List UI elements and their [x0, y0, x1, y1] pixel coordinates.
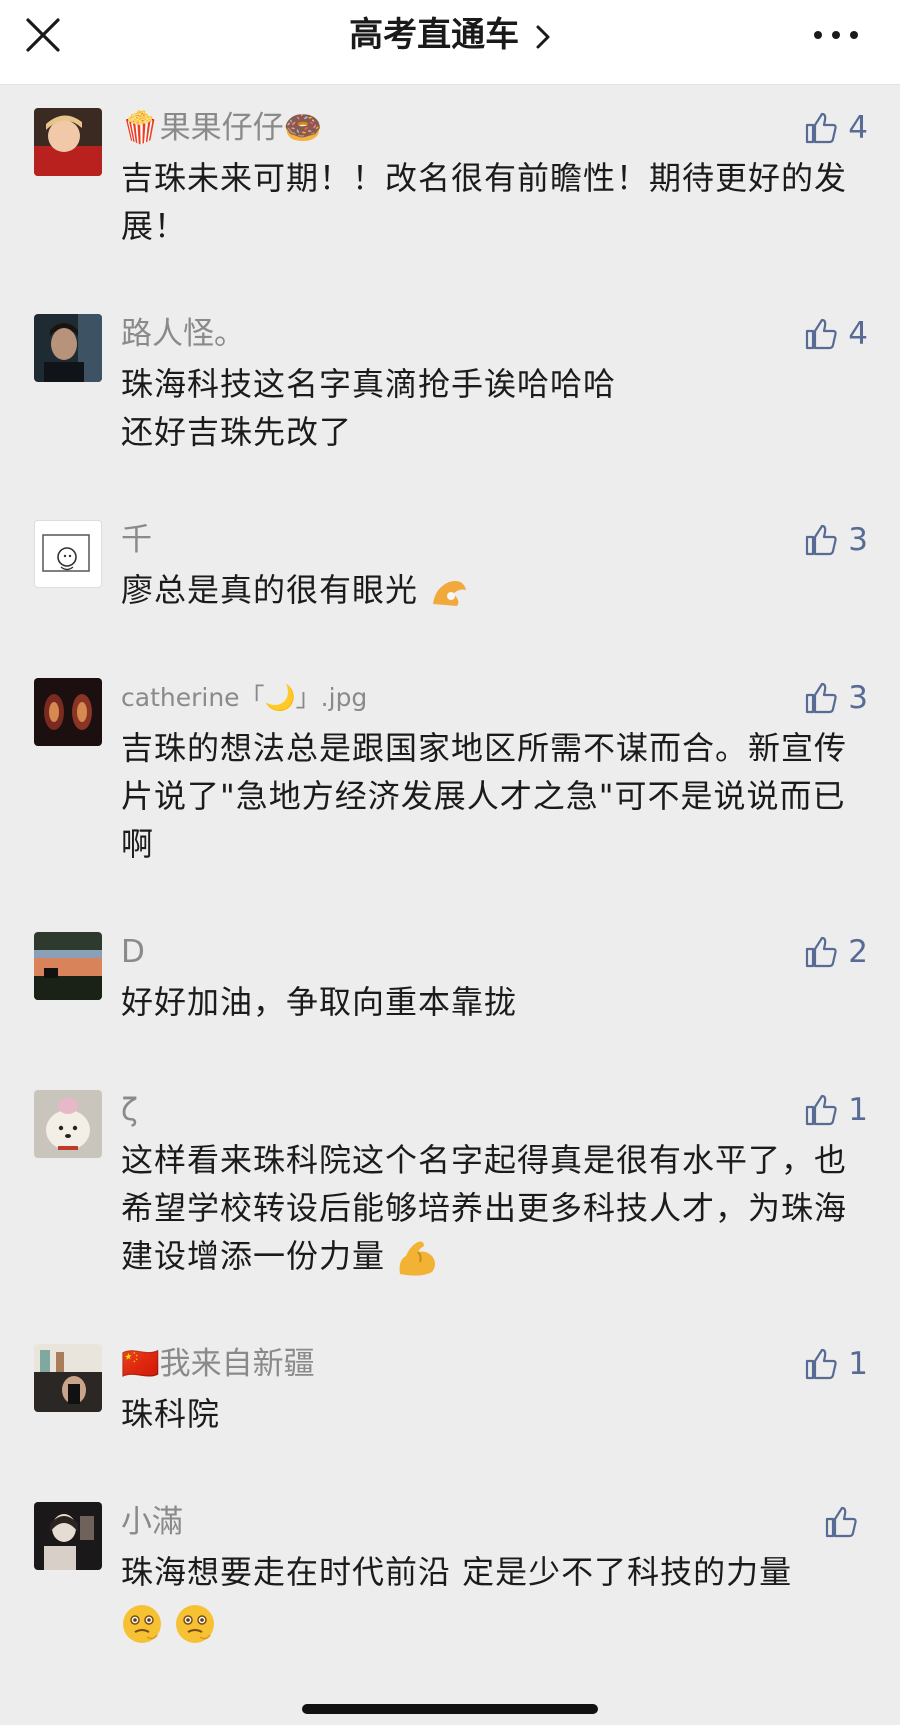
comment-nickname-text: catherine「🌙」.jpg	[121, 683, 368, 712]
chevron-right-icon	[536, 25, 550, 48]
like-button[interactable]	[824, 1502, 868, 1542]
comment-text: 珠科院	[121, 1395, 221, 1433]
avatar-image	[34, 1090, 102, 1158]
comment-nickname[interactable]: 🍿果果仔仔🍩	[121, 108, 322, 148]
thumbs-up-icon	[806, 1094, 837, 1126]
like-count: 3	[848, 522, 868, 558]
comment-nickname[interactable]: 🇨🇳我来自新疆	[121, 1344, 315, 1384]
avatar-image	[34, 314, 102, 382]
comment-text: 好好加油，争取向重本靠拢	[121, 983, 518, 1021]
avatar[interactable]	[34, 314, 102, 382]
comment-text: 廖总是真的很有眼光	[121, 566, 866, 614]
comment-text-line: 还好吉珠先改了	[121, 413, 353, 451]
comment-nickname[interactable]: 千	[121, 520, 152, 560]
comment-nickname[interactable]: ζ	[121, 1090, 138, 1130]
page-title: 高考直通车	[349, 15, 520, 55]
avatar-image	[34, 1502, 102, 1570]
comment-text-line: 珠海科技这名字真滴抢手诶哈哈哈	[121, 365, 617, 403]
comment-text: 珠海想要走在时代前沿 定是少不了科技的力量	[121, 1548, 866, 1646]
thumbs-up-icon	[806, 936, 837, 968]
avatar[interactable]	[34, 108, 102, 176]
top-bar: 高考直通车	[0, 0, 900, 85]
like-button[interactable]: 1	[804, 1090, 868, 1130]
thumbs-up-icon	[806, 524, 837, 556]
avatar-image	[34, 1344, 102, 1412]
avatar[interactable]	[34, 1344, 102, 1412]
like-count: 1	[848, 1346, 868, 1382]
like-count: 4	[848, 316, 868, 352]
comment-emoji-row	[121, 1598, 866, 1646]
avatar[interactable]	[34, 1090, 102, 1158]
flexed-biceps-emoji-icon	[399, 1241, 436, 1276]
avatar[interactable]	[34, 678, 102, 746]
comment-nickname[interactable]: 小滿	[121, 1502, 183, 1542]
avatar[interactable]	[34, 1502, 102, 1570]
more-dot	[832, 31, 840, 39]
thumbs-up-icon	[806, 112, 837, 144]
thumbs-up-icon	[806, 318, 837, 350]
like-count: 1	[848, 1092, 868, 1128]
comment-text: 这样看来珠科院这个名字起得真是很有水平了，也希望学校转设后能够培养出更多科技人才…	[121, 1136, 866, 1280]
face-with-monocle-emoji-icon	[123, 1605, 161, 1643]
thumbs-up-icon	[806, 1348, 837, 1380]
avatar-image	[34, 678, 102, 746]
face-with-monocle-emoji-icon	[176, 1605, 215, 1643]
comment-text: 吉珠的想法总是跟国家地区所需不谋而合。新宣传片说了"急地方经济发展人才之急"可不…	[121, 729, 848, 863]
comment-text: 吉珠未来可期！！改名很有前瞻性！期待更好的发展！	[121, 159, 848, 245]
avatar-image	[35, 521, 101, 587]
more-dot	[850, 31, 858, 39]
more-button[interactable]	[814, 20, 866, 48]
like-count: 3	[848, 680, 868, 716]
like-button[interactable]: 3	[804, 678, 868, 718]
page-title-link[interactable]: 高考直通车	[0, 12, 900, 58]
more-dot	[814, 31, 822, 39]
like-count: 4	[848, 110, 868, 146]
comment-nickname[interactable]: D	[121, 932, 145, 972]
comment-text: 珠海科技这名字真滴抢手诶哈哈哈 还好吉珠先改了	[121, 360, 866, 456]
avatar-image	[34, 108, 102, 176]
comment-text-content: 这样看来珠科院这个名字起得真是很有水平了，也希望学校转设后能够培养出更多科技人才…	[121, 1141, 848, 1275]
like-count: 2	[848, 934, 868, 970]
like-button[interactable]: 4	[804, 314, 868, 354]
like-button[interactable]: 3	[804, 520, 868, 560]
like-button[interactable]: 2	[804, 932, 868, 972]
comment-text-content: 珠海想要走在时代前沿 定是少不了科技的力量	[121, 1553, 793, 1591]
home-indicator[interactable]	[302, 1704, 598, 1714]
avatar[interactable]	[34, 932, 102, 1000]
thumbs-up-icon	[806, 682, 837, 714]
like-button[interactable]: 1	[804, 1344, 868, 1384]
avatar[interactable]	[34, 520, 102, 588]
comment-text-content: 廖总是真的很有眼光	[121, 571, 419, 609]
thumbs-up-icon	[825, 1506, 857, 1538]
avatar-image	[34, 932, 102, 1000]
like-button[interactable]: 4	[804, 108, 868, 148]
comment-nickname[interactable]: catherine「🌙」.jpg	[121, 678, 367, 718]
comment-nickname[interactable]: 路人怪。	[121, 314, 245, 354]
ok-hand-emoji-icon	[433, 581, 467, 606]
